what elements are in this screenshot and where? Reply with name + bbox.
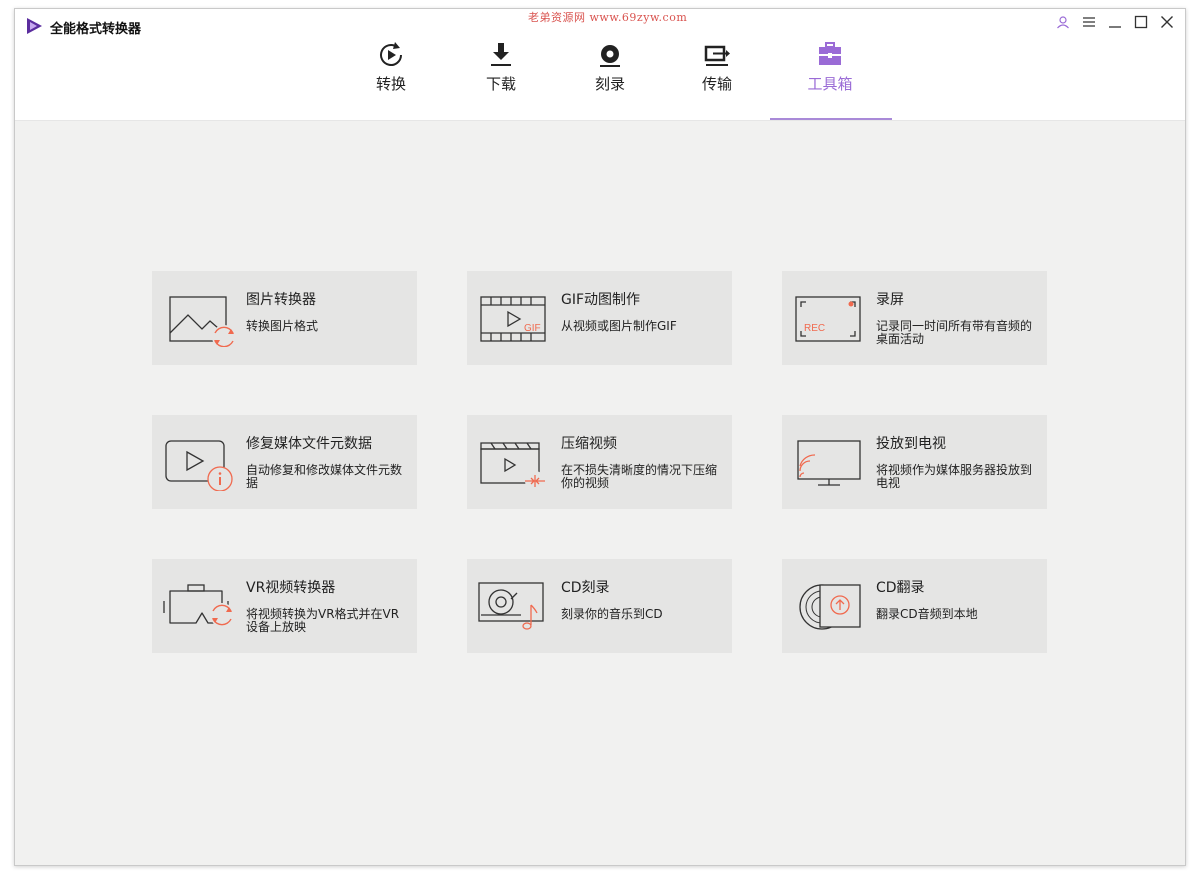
header: 全能格式转换器 老弟资源网 www.69zyw.com 转换 下载 刻录 传输 … (15, 9, 1185, 121)
tool-title: 图片转换器 (246, 292, 316, 308)
tool-desc: 在不损失清晰度的情况下压缩你的视频 (561, 463, 718, 490)
cast-tv-icon (797, 440, 861, 486)
tool-desc: 将视频转换为VR格式并在VR设备上放映 (246, 607, 400, 634)
toolbox-icon (819, 42, 841, 65)
tool-title: 修复媒体文件元数据 (246, 436, 372, 452)
cd-rip-icon (799, 584, 861, 630)
metadata-fix-icon (165, 440, 233, 491)
tool-title: 录屏 (876, 292, 904, 308)
tool-desc: 刻录你的音乐到CD (561, 607, 663, 621)
tool-desc: 记录同一时间所有带有音频的桌面活动 (876, 319, 1033, 346)
tool-title: CD刻录 (561, 580, 610, 596)
tool-desc: 从视频或图片制作GIF (561, 319, 677, 333)
tool-title: VR视频转换器 (246, 580, 336, 596)
image-convert-icon (169, 296, 234, 347)
tool-desc: 转换图片格式 (246, 319, 319, 333)
gif-maker-icon: GIF (480, 296, 546, 342)
screen-record-icon: REC (795, 296, 861, 342)
tool-title: 投放到电视 (876, 436, 946, 452)
app-window: 全能格式转换器 老弟资源网 www.69zyw.com 转换 下载 刻录 传输 … (14, 8, 1186, 866)
tool-desc: 自动修复和修改媒体文件元数据 (246, 463, 403, 490)
download-icon (491, 43, 511, 66)
tool-card-compress-video[interactable]: 压缩视频 在不损失清晰度的情况下压缩你的视频 (467, 415, 732, 509)
convert-icon (380, 42, 402, 66)
tab-download-label: 下载 (485, 75, 516, 93)
tool-card-cd-rip[interactable]: CD翻录 翻录CD音频到本地 (782, 559, 1047, 653)
tool-card-cast-tv[interactable]: 投放到电视 将视频作为媒体服务器投放到电视 (782, 415, 1047, 509)
tab-transfer-label: 传输 (701, 75, 732, 93)
tab-download[interactable]: 下载 (461, 39, 541, 94)
rec-badge: REC (804, 323, 825, 334)
tool-title: CD翻录 (876, 580, 925, 596)
vr-convert-icon (163, 584, 234, 627)
active-tab-indicator (770, 118, 892, 120)
tab-toolbox-label: 工具箱 (807, 75, 853, 93)
tool-card-metadata-fix[interactable]: 修复媒体文件元数据 自动修复和修改媒体文件元数据 (152, 415, 417, 509)
tool-title: GIF动图制作 (561, 292, 641, 308)
cd-burn-icon (478, 582, 544, 630)
tab-transfer[interactable]: 传输 (677, 39, 757, 94)
tab-toolbox[interactable]: 工具箱 (790, 39, 870, 94)
tool-desc: 翻录CD音频到本地 (876, 607, 978, 621)
tool-card-cd-burn[interactable]: CD刻录 刻录你的音乐到CD (467, 559, 732, 653)
transfer-icon (704, 45, 730, 66)
tool-card-vr-converter[interactable]: VR视频转换器 将视频转换为VR格式并在VR设备上放映 (152, 559, 417, 653)
tool-desc: 将视频作为媒体服务器投放到电视 (876, 463, 1033, 490)
tool-card-image-converter[interactable]: 图片转换器 转换图片格式 (152, 271, 417, 365)
tab-burn[interactable]: 刻录 (570, 39, 650, 94)
tab-convert-label: 转换 (375, 75, 406, 93)
tool-title: 压缩视频 (561, 436, 617, 452)
gif-badge: GIF (524, 323, 541, 334)
tool-card-screen-record[interactable]: REC 录屏 记录同一时间所有带有音频的桌面活动 (782, 271, 1047, 365)
compress-video-icon (480, 442, 545, 491)
tab-burn-label: 刻录 (594, 75, 625, 93)
main-nav: 转换 下载 刻录 传输 工具箱 (15, 9, 1185, 120)
tab-convert[interactable]: 转换 (351, 39, 431, 94)
tool-card-gif-maker[interactable]: GIF GIF动图制作 从视频或图片制作GIF (467, 271, 732, 365)
burn-disc-icon (600, 45, 620, 67)
